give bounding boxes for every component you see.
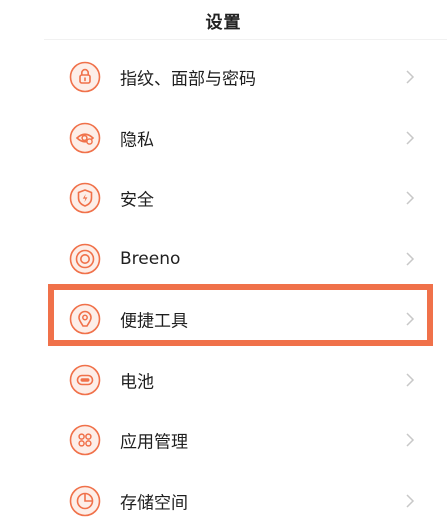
header-divider <box>44 39 447 40</box>
settings-item-label: 便捷工具 <box>120 307 188 332</box>
battery-icon <box>69 364 101 396</box>
settings-item-label: Breeno <box>120 249 180 269</box>
storage-icon <box>69 485 101 517</box>
settings-item-app-management[interactable]: 应用管理 <box>0 410 447 471</box>
settings-item-label: 应用管理 <box>120 428 188 453</box>
settings-item-security[interactable]: 安全 <box>0 168 447 229</box>
page-title: 设置 <box>206 8 242 33</box>
settings-item-breeno[interactable]: Breeno <box>0 229 447 290</box>
chevron-right-icon <box>405 311 415 327</box>
convenience-tools-icon <box>69 303 101 335</box>
settings-item-fingerprint[interactable]: 指纹、面部与密码 <box>0 47 447 108</box>
breeno-icon <box>69 243 101 275</box>
security-shield-icon <box>69 182 101 214</box>
settings-item-label: 存储空间 <box>120 488 188 513</box>
page-header: 设置 <box>0 0 447 40</box>
chevron-right-icon <box>405 69 415 85</box>
settings-list: 指纹、面部与密码 隐私 安全 <box>0 47 447 531</box>
app-management-icon <box>69 424 101 456</box>
chevron-right-icon <box>405 190 415 206</box>
chevron-right-icon <box>405 432 415 448</box>
chevron-right-icon <box>405 130 415 146</box>
chevron-right-icon <box>405 493 415 509</box>
settings-item-label: 指纹、面部与密码 <box>120 65 256 90</box>
chevron-right-icon <box>405 251 415 267</box>
settings-item-label: 电池 <box>120 367 154 392</box>
settings-item-battery[interactable]: 电池 <box>0 350 447 411</box>
settings-item-privacy[interactable]: 隐私 <box>0 108 447 169</box>
settings-item-label: 隐私 <box>120 125 154 150</box>
settings-item-label: 安全 <box>120 186 154 211</box>
chevron-right-icon <box>405 372 415 388</box>
fingerprint-lock-icon <box>69 61 101 93</box>
privacy-eye-icon <box>69 122 101 154</box>
settings-item-convenience-tools[interactable]: 便捷工具 <box>0 289 447 350</box>
